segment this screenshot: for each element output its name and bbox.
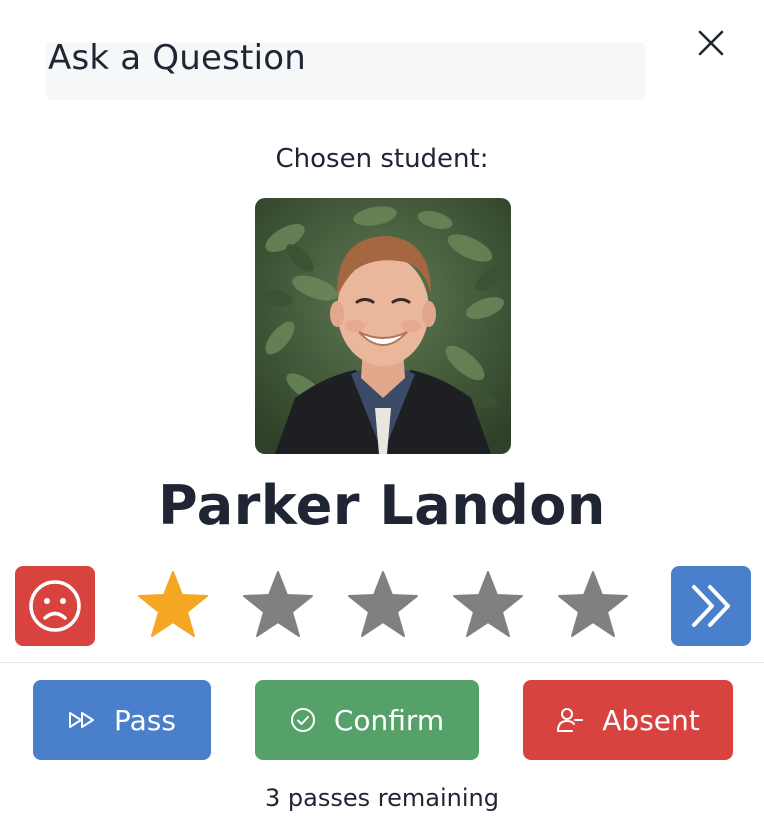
next-student-button[interactable] bbox=[671, 566, 751, 646]
student-photo bbox=[255, 198, 511, 454]
fast-forward-icon bbox=[69, 712, 95, 728]
divider bbox=[0, 662, 764, 663]
pass-button-label: Pass bbox=[114, 703, 176, 737]
star-rating-4[interactable] bbox=[452, 570, 524, 638]
modal-title: Ask a Question bbox=[48, 38, 306, 78]
double-chevron-right-icon bbox=[692, 585, 730, 627]
user-minus-icon bbox=[557, 708, 584, 732]
student-name: Parker Landon bbox=[158, 474, 606, 537]
close-button[interactable] bbox=[690, 22, 732, 64]
absent-button-label: Absent bbox=[602, 703, 700, 737]
star-rating-1[interactable] bbox=[137, 570, 209, 638]
sad-face-button[interactable] bbox=[15, 566, 95, 646]
star-rating-5[interactable] bbox=[557, 570, 629, 638]
star-rating-2[interactable] bbox=[242, 570, 314, 638]
confirm-button-label: Confirm bbox=[333, 703, 445, 737]
chosen-student-label: Chosen student: bbox=[275, 144, 489, 174]
confirm-button[interactable]: Confirm bbox=[255, 680, 479, 760]
pass-button[interactable]: Pass bbox=[33, 680, 211, 760]
sad-face-icon bbox=[29, 580, 81, 632]
star-rating-3[interactable] bbox=[347, 570, 419, 638]
close-icon bbox=[698, 30, 724, 56]
check-circle-icon bbox=[290, 708, 315, 732]
passes-remaining-text: 3 passes remaining bbox=[265, 784, 499, 812]
absent-button[interactable]: Absent bbox=[523, 680, 733, 760]
